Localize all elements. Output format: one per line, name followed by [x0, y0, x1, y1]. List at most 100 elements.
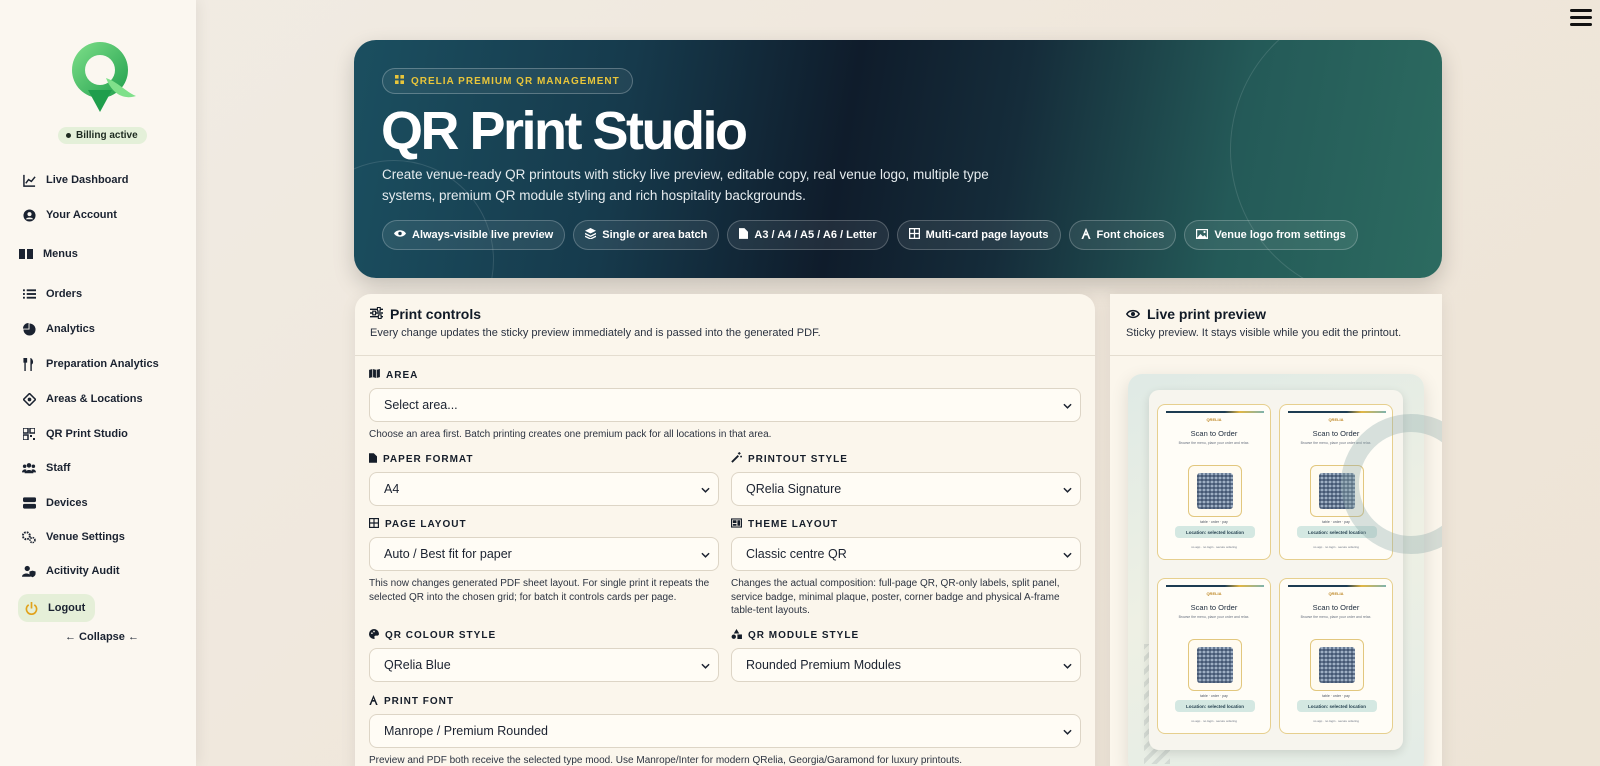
collapse-sidebar-button[interactable]: ← Collapse ←	[65, 631, 139, 643]
chevron-down-icon	[1063, 547, 1072, 561]
paper-format-select[interactable]: A4	[369, 472, 719, 506]
sidebar-item-analytics[interactable]: Analytics	[22, 319, 95, 339]
book-open-icon	[19, 247, 33, 261]
print-font-select[interactable]: Manrope / Premium Rounded	[369, 714, 1081, 748]
panel-title-text: Live print preview	[1147, 306, 1267, 322]
qr-code-image	[1188, 639, 1242, 691]
card-footer: no app · no login · secure ordering	[1191, 545, 1237, 549]
paper-format-selected-value: A4	[384, 482, 400, 496]
sidebar-item-menus[interactable]: Menus	[19, 244, 78, 264]
hero-banner: QRELIA PREMIUM QR MANAGEMENT QR Print St…	[354, 40, 1442, 278]
chart-line-icon	[22, 173, 36, 187]
qrelia-logo[interactable]	[66, 38, 138, 114]
pie-chart-icon	[22, 322, 36, 336]
print-font-label: PRINT FONT	[369, 694, 1081, 708]
preview-card: QRELIA Scan to Order Browse the menu, pl…	[1157, 404, 1271, 560]
theme-layout-selected-value: Classic centre QR	[746, 547, 847, 561]
page-layout-label: PAGE LAYOUT	[368, 517, 719, 531]
grid-icon	[395, 75, 404, 87]
sidebar-item-label: Preparation Analytics	[46, 358, 159, 370]
chip-multi-card-layouts: Multi-card page layouts	[896, 220, 1061, 250]
qr-module-style-field: QR MODULE STYLE Rounded Premium Modules	[731, 628, 1081, 682]
qr-module-style-select[interactable]: Rounded Premium Modules	[731, 648, 1081, 682]
magic-wand-icon	[731, 452, 742, 466]
file-icon	[369, 452, 377, 466]
print-font-field: PRINT FONT Manrope / Premium Rounded Pre…	[369, 694, 1081, 766]
qrcode-icon	[22, 427, 36, 441]
chip-label: Always-visible live preview	[412, 229, 554, 241]
area-selected-value: Select area...	[384, 398, 458, 412]
chevron-down-icon	[701, 658, 710, 672]
field-label-text: PAPER FORMAT	[383, 453, 474, 465]
sidebar-item-orders[interactable]: Orders	[22, 284, 82, 304]
grid-icon	[908, 227, 920, 242]
qr-colour-style-field: QR COLOUR STYLE QRelia Blue	[369, 628, 719, 682]
printout-style-selected-value: QRelia Signature	[746, 482, 842, 496]
chevron-down-icon	[1063, 482, 1072, 496]
field-label-text: PRINTOUT STYLE	[748, 453, 848, 465]
sidebar-item-qr-print-studio[interactable]: QR Print Studio	[22, 424, 128, 444]
live-print-preview-panel: Live print preview Sticky preview. It st…	[1110, 294, 1442, 766]
printout-style-field: PRINTOUT STYLE QRelia Signature	[731, 452, 1081, 506]
sidebar-item-areas-locations[interactable]: Areas & Locations	[22, 389, 143, 409]
power-icon	[24, 601, 38, 615]
status-dot	[66, 133, 71, 138]
hamburger-menu-icon[interactable]	[1570, 9, 1592, 29]
hero-kicker-badge: QRELIA PREMIUM QR MANAGEMENT	[382, 68, 633, 94]
layout-icon	[731, 517, 743, 531]
card-qr-caption: table · order · pay	[1200, 520, 1228, 524]
theme-layout-hint: Changes the actual composition: full-pag…	[731, 578, 1060, 616]
palette-icon	[369, 628, 379, 642]
chip-font-choices: Font choices	[1068, 220, 1177, 250]
card-location: Location: selected location	[1175, 700, 1255, 712]
sidebar-item-preparation-analytics[interactable]: Preparation Analytics	[22, 354, 159, 374]
sidebar-item-label: Menus	[43, 248, 78, 260]
sidebar-item-label: QR Print Studio	[46, 428, 128, 440]
chip-label: Multi-card page layouts	[925, 229, 1049, 241]
page-layout-select[interactable]: Auto / Best fit for paper	[369, 537, 719, 571]
qr-colour-style-label: QR COLOUR STYLE	[369, 628, 719, 642]
qr-module-style-label: QR MODULE STYLE	[731, 628, 1081, 642]
area-select[interactable]: Select area...	[369, 388, 1081, 422]
printout-style-select[interactable]: QRelia Signature	[731, 472, 1081, 506]
card-location: Location: selected location	[1175, 526, 1255, 538]
sidebar-item-devices[interactable]: Devices	[22, 493, 88, 513]
sidebar-item-label: Your Account	[46, 209, 117, 221]
chip-paper-sizes: A3 / A4 / A5 / A6 / Letter	[727, 220, 889, 250]
card-qr-caption: table · order · pay	[1200, 694, 1228, 698]
field-label-text: THEME LAYOUT	[748, 518, 838, 530]
card-brand: QRELIA	[1328, 591, 1344, 596]
printout-style-label: PRINTOUT STYLE	[731, 452, 1081, 466]
sidebar-item-your-account[interactable]: Your Account	[22, 205, 117, 225]
theme-layout-select[interactable]: Classic centre QR	[731, 537, 1081, 571]
card-subtext: Browse the menu, place your order and re…	[1178, 441, 1250, 445]
preview-subtitle: Sticky preview. It stays visible while y…	[1126, 327, 1402, 339]
sliders-icon	[370, 306, 383, 322]
sidebar-item-live-dashboard[interactable]: Live Dashboard	[22, 170, 129, 190]
card-footer: no app · no login · secure ordering	[1313, 719, 1359, 723]
preview-header: Live print preview Sticky preview. It st…	[1110, 294, 1442, 356]
sidebar: Billing active Live Dashboard Your Accou…	[0, 0, 196, 766]
sidebar-item-staff[interactable]: Staff	[22, 458, 70, 478]
area-label: AREA	[369, 368, 1081, 382]
card-subtext: Browse the menu, place your order and re…	[1300, 615, 1372, 619]
hero-description: Create venue-ready QR printouts with sti…	[382, 167, 989, 203]
chip-label: Venue logo from settings	[1214, 229, 1346, 241]
chevron-down-icon	[1063, 724, 1072, 738]
qr-colour-style-select[interactable]: QRelia Blue	[369, 648, 719, 682]
preview-title: Live print preview	[1125, 306, 1426, 322]
image-icon	[1196, 228, 1209, 242]
preview-card: QRELIA Scan to Order Browse the menu, pl…	[1279, 578, 1393, 734]
field-label-text: QR MODULE STYLE	[748, 629, 860, 641]
preview-card: QRELIA Scan to Order Browse the menu, pl…	[1157, 578, 1271, 734]
qr-module-style-selected-value: Rounded Premium Modules	[746, 658, 901, 672]
field-label-text: PAGE LAYOUT	[385, 518, 467, 530]
card-subtext: Browse the menu, place your order and re…	[1178, 615, 1250, 619]
sidebar-item-venue-settings[interactable]: Venue Settings	[22, 527, 125, 547]
logout-button[interactable]: Logout	[18, 594, 96, 622]
theme-layout-field: THEME LAYOUT Classic centre QR Changes t…	[731, 517, 1081, 618]
chevron-down-icon	[701, 547, 710, 561]
card-qr-caption: table · order · pay	[1322, 694, 1350, 698]
area-hint: Choose an area first. Batch printing cre…	[369, 429, 772, 440]
sidebar-item-activity-audit[interactable]: Acitivity Audit	[22, 561, 120, 581]
